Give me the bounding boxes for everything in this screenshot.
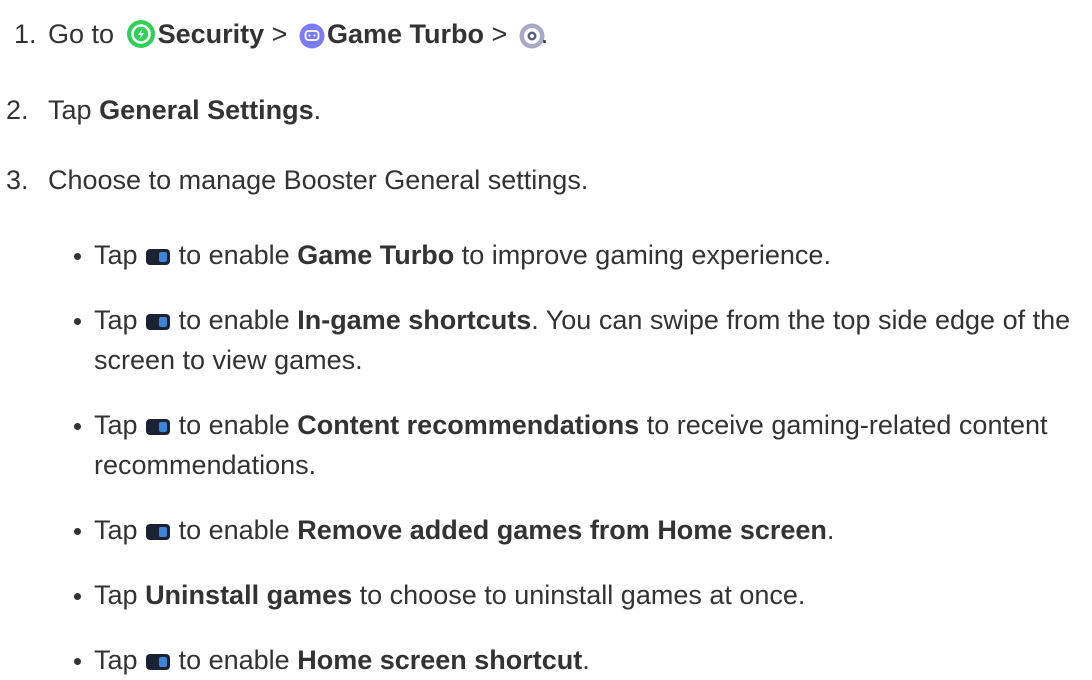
bullet-prefix: Tap	[94, 410, 138, 440]
bullet-suffix: to improve gaming experience.	[461, 240, 831, 270]
bullet-prefix: Tap	[94, 305, 138, 335]
step-number: 3.	[6, 165, 29, 195]
bullet-game-turbo: Tap to enable Game Turbo to improve gami…	[0, 235, 1092, 275]
game-turbo-app-icon	[299, 20, 325, 60]
bullet-bold: Content recommendations	[297, 410, 640, 440]
breadcrumb-separator: >	[491, 19, 508, 49]
bullet-home-screen-shortcut: Tap to enable Home screen shortcut.	[0, 640, 1092, 680]
step-text: Choose to manage Booster General setting…	[48, 165, 589, 195]
bullet-bold: Game Turbo	[297, 240, 455, 270]
bullet-remove-added-games: Tap to enable Remove added games from Ho…	[0, 510, 1092, 550]
bullet-bold: Uninstall games	[145, 580, 353, 610]
step-suffix: .	[540, 19, 549, 49]
bullet-middle: to enable	[178, 410, 290, 440]
step-1: 1. Go to Security > Game Turbo > .	[0, 14, 1092, 60]
step-number: 1.	[14, 19, 37, 49]
bullet-in-game-shortcuts: Tap to enable In-game shortcuts. You can…	[0, 300, 1092, 380]
bullet-middle: to enable	[178, 305, 290, 335]
game-turbo-label: Game Turbo	[326, 19, 484, 49]
security-app-icon	[126, 19, 156, 60]
general-settings-label: General Settings	[99, 95, 314, 125]
bullet-uninstall-games: Tap Uninstall games to choose to uninsta…	[0, 575, 1092, 615]
toggle-icon	[146, 654, 171, 670]
bullet-bold: Home screen shortcut	[297, 645, 583, 675]
step-text: Go to	[48, 19, 115, 49]
toggle-icon	[146, 249, 171, 265]
step-3: 3. Choose to manage Booster General sett…	[0, 160, 1092, 200]
breadcrumb-separator: >	[271, 19, 288, 49]
instructions-document: 1. Go to Security > Game Turbo > . 2. Ta…	[0, 0, 1092, 680]
bullet-dot	[74, 253, 81, 260]
steps-list: 1. Go to Security > Game Turbo > . 2. Ta…	[0, 14, 1092, 200]
bullet-prefix: Tap	[94, 240, 138, 270]
settings-bullet-list: Tap to enable Game Turbo to improve gami…	[0, 235, 1092, 680]
step-2: 2. Tap General Settings.	[0, 90, 1092, 130]
bullet-middle: to enable	[178, 240, 290, 270]
security-label: Security	[157, 19, 265, 49]
bullet-suffix: .	[582, 645, 590, 675]
bullet-dot	[74, 528, 81, 535]
bullet-dot	[74, 423, 81, 430]
toggle-icon	[146, 524, 171, 540]
bullet-prefix: Tap	[94, 645, 138, 675]
toggle-icon	[146, 314, 171, 330]
step-number: 2.	[6, 95, 29, 125]
bullet-prefix: Tap	[94, 515, 138, 545]
bullet-prefix: Tap	[94, 580, 138, 610]
bullet-dot	[74, 593, 81, 600]
bullet-suffix: .	[826, 515, 835, 545]
toggle-icon	[146, 419, 171, 435]
bullet-content-recommendations: Tap to enable Content recommendations to…	[0, 405, 1092, 485]
bullet-bold: Remove added games from Home screen	[297, 515, 827, 545]
bullet-bold: In-game shortcuts	[297, 305, 532, 335]
bullet-middle: to enable	[178, 515, 290, 545]
bullet-dot	[74, 658, 81, 665]
step-text: Tap	[48, 95, 92, 125]
bullet-middle: to enable	[178, 645, 290, 675]
step-suffix: .	[313, 95, 322, 125]
bullet-dot	[74, 318, 81, 325]
bullet-suffix: to choose to uninstall games at once.	[359, 580, 806, 610]
